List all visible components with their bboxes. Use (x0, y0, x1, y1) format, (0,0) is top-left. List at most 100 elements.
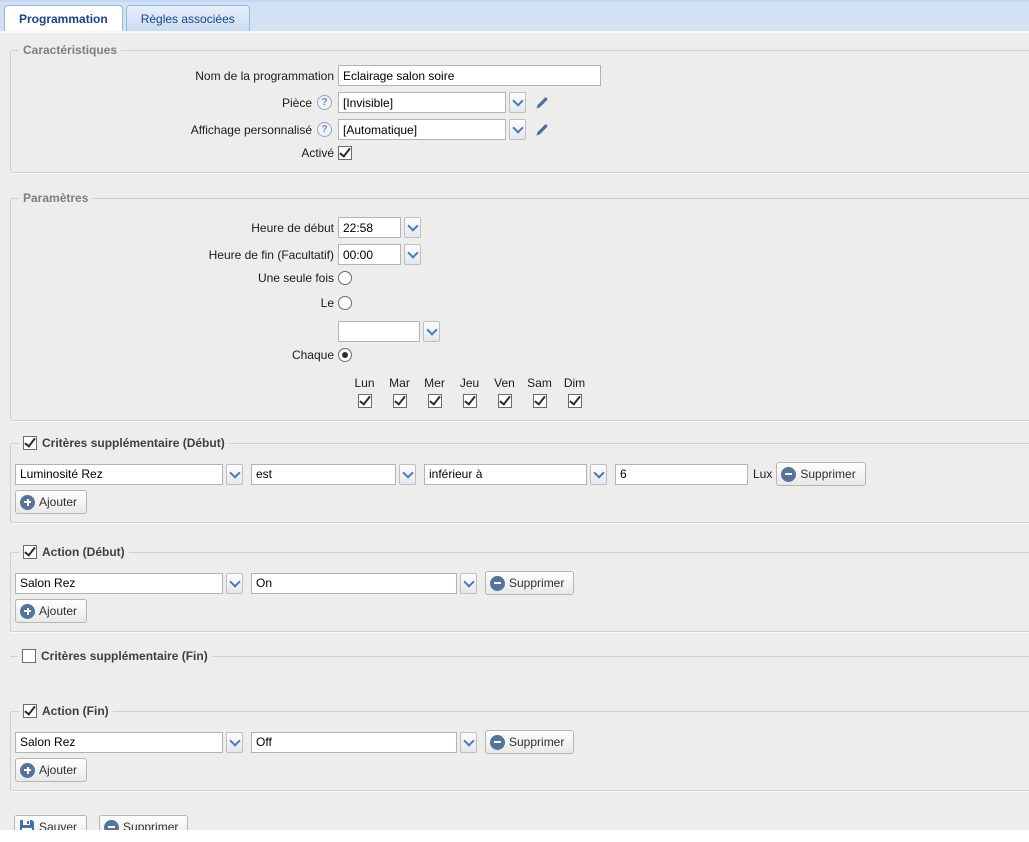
date-input[interactable] (338, 321, 420, 342)
criteria-ajouter-button[interactable]: Ajouter (15, 490, 87, 514)
weekday-label: Jeu (460, 376, 479, 390)
heure-debut-combobox[interactable] (338, 217, 421, 238)
action-ajouter-button[interactable]: Ajouter (15, 599, 87, 623)
main-content: Caractéristiques Nom de la programmation… (0, 31, 1029, 830)
heure-debut-input[interactable] (338, 217, 401, 238)
weekday-ven: Ven (490, 376, 519, 408)
piece-combobox[interactable]: [Invisible] (338, 92, 526, 113)
fieldset-action-fin: Action (Fin) Salon Rez Off Supprimer (10, 704, 1029, 791)
supprimer-button[interactable]: Supprimer (99, 815, 188, 830)
chevron-down-icon[interactable] (226, 732, 243, 753)
chevron-down-icon[interactable] (590, 464, 607, 485)
weekday-mar-checkbox[interactable] (393, 394, 407, 408)
action-debut-enable-checkbox[interactable] (23, 545, 37, 559)
active-checkbox[interactable] (338, 146, 352, 160)
weekday-group: Lun Mar Mer Jeu Ven (350, 376, 1029, 408)
criteria-supprimer-button[interactable]: Supprimer (776, 462, 865, 486)
action-fin-enable-checkbox[interactable] (23, 704, 37, 718)
fieldset-criteres-debut-legend: Critères supplémentaire (Début) (19, 436, 229, 450)
chevron-down-icon[interactable] (460, 732, 477, 753)
une-seule-fois-radio[interactable] (338, 271, 352, 285)
chevron-down-icon[interactable] (226, 464, 243, 485)
weekday-label: Lun (354, 376, 374, 390)
fieldset-caracteristiques-legend: Caractéristiques (19, 43, 121, 57)
action-fin-device-combobox[interactable]: Salon Rez (15, 732, 243, 753)
tab-regles-associees-label: Règles associées (141, 12, 235, 26)
fieldset-criteres-fin-legend: Critères supplémentaire (Fin) (18, 649, 212, 663)
edit-pencil-icon[interactable] (534, 122, 549, 137)
weekday-mar: Mar (385, 376, 414, 408)
chevron-down-icon[interactable] (404, 217, 421, 238)
tab-bar: Programmation Règles associées (0, 0, 1029, 31)
sauver-button[interactable]: Sauver (14, 815, 87, 830)
affichage-value[interactable]: [Automatique] (338, 119, 506, 140)
chevron-down-icon[interactable] (460, 573, 477, 594)
chevron-down-icon[interactable] (399, 464, 416, 485)
weekday-label: Sam (527, 376, 552, 390)
fieldset-action-fin-legend: Action (Fin) (19, 704, 113, 718)
fieldset-caracteristiques: Caractéristiques Nom de la programmation… (10, 43, 1029, 173)
chevron-down-icon[interactable] (404, 244, 421, 265)
chevron-down-icon[interactable] (509, 119, 526, 140)
weekday-mer-checkbox[interactable] (428, 394, 442, 408)
criteria-device-value[interactable]: Luminosité Rez (15, 464, 223, 485)
weekday-dim: Dim (560, 376, 589, 408)
weekday-label: Mer (424, 376, 445, 390)
chevron-down-icon[interactable] (226, 573, 243, 594)
le-radio[interactable] (338, 296, 352, 310)
minus-circle-icon (490, 576, 505, 591)
weekday-label: Dim (564, 376, 585, 390)
chevron-down-icon[interactable] (423, 321, 440, 342)
action-device-value[interactable]: Salon Rez (15, 573, 223, 594)
action-fin-command-value[interactable]: Off (251, 732, 457, 753)
action-fin-device-value[interactable]: Salon Rez (15, 732, 223, 753)
criteria-comparison-value[interactable]: inférieur à (424, 464, 587, 485)
weekday-label: Mar (389, 376, 410, 390)
minus-circle-icon (104, 820, 119, 831)
tab-programmation-label: Programmation (19, 12, 108, 26)
action-command-combobox[interactable]: On (251, 573, 477, 594)
weekday-mer: Mer (420, 376, 449, 408)
action-supprimer-button[interactable]: Supprimer (485, 571, 574, 595)
minus-circle-icon (781, 467, 796, 482)
criteria-operator-value[interactable]: est (251, 464, 396, 485)
piece-value[interactable]: [Invisible] (338, 92, 506, 113)
criteria-comparison-combobox[interactable]: inférieur à (424, 464, 607, 485)
weekday-ven-checkbox[interactable] (498, 394, 512, 408)
edit-pencil-icon[interactable] (534, 95, 549, 110)
criteria-row: Luminosité Rez est inférieur à Lux Suppr… (15, 462, 1029, 486)
heure-fin-input[interactable] (338, 244, 401, 265)
weekday-jeu-checkbox[interactable] (463, 394, 477, 408)
chevron-down-icon[interactable] (509, 92, 526, 113)
floppy-disk-icon (19, 819, 35, 830)
action-fin-ajouter-button[interactable]: Ajouter (15, 758, 87, 782)
heure-fin-label: Heure de fin (Facultatif) (15, 248, 338, 262)
help-icon[interactable] (317, 95, 332, 110)
date-combobox[interactable] (338, 321, 440, 342)
affichage-combobox[interactable]: [Automatique] (338, 119, 526, 140)
heure-fin-combobox[interactable] (338, 244, 421, 265)
minus-circle-icon (490, 735, 505, 750)
fieldset-criteres-fin: Critères supplémentaire (Fin) (10, 649, 1029, 683)
weekday-sam-checkbox[interactable] (533, 394, 547, 408)
plus-circle-icon (20, 604, 35, 619)
action-device-combobox[interactable]: Salon Rez (15, 573, 243, 594)
action-command-value[interactable]: On (251, 573, 457, 594)
tab-programmation[interactable]: Programmation (4, 5, 123, 31)
action-fin-command-combobox[interactable]: Off (251, 732, 477, 753)
criteres-fin-enable-checkbox[interactable] (22, 649, 36, 663)
programmation-name-input[interactable] (338, 65, 601, 86)
action-fin-supprimer-button[interactable]: Supprimer (485, 730, 574, 754)
criteria-device-combobox[interactable]: Luminosité Rez (15, 464, 243, 485)
page-bottom (0, 830, 1029, 842)
tab-regles-associees[interactable]: Règles associées (126, 5, 250, 31)
criteres-debut-enable-checkbox[interactable] (23, 436, 37, 450)
weekday-lun-checkbox[interactable] (358, 394, 372, 408)
criteria-value-input[interactable] (615, 464, 748, 485)
chaque-radio[interactable] (338, 348, 352, 362)
une-seule-fois-label: Une seule fois (15, 271, 338, 285)
criteria-operator-combobox[interactable]: est (251, 464, 416, 485)
weekday-dim-checkbox[interactable] (568, 394, 582, 408)
heure-debut-label: Heure de début (15, 221, 338, 235)
help-icon[interactable] (317, 122, 332, 137)
